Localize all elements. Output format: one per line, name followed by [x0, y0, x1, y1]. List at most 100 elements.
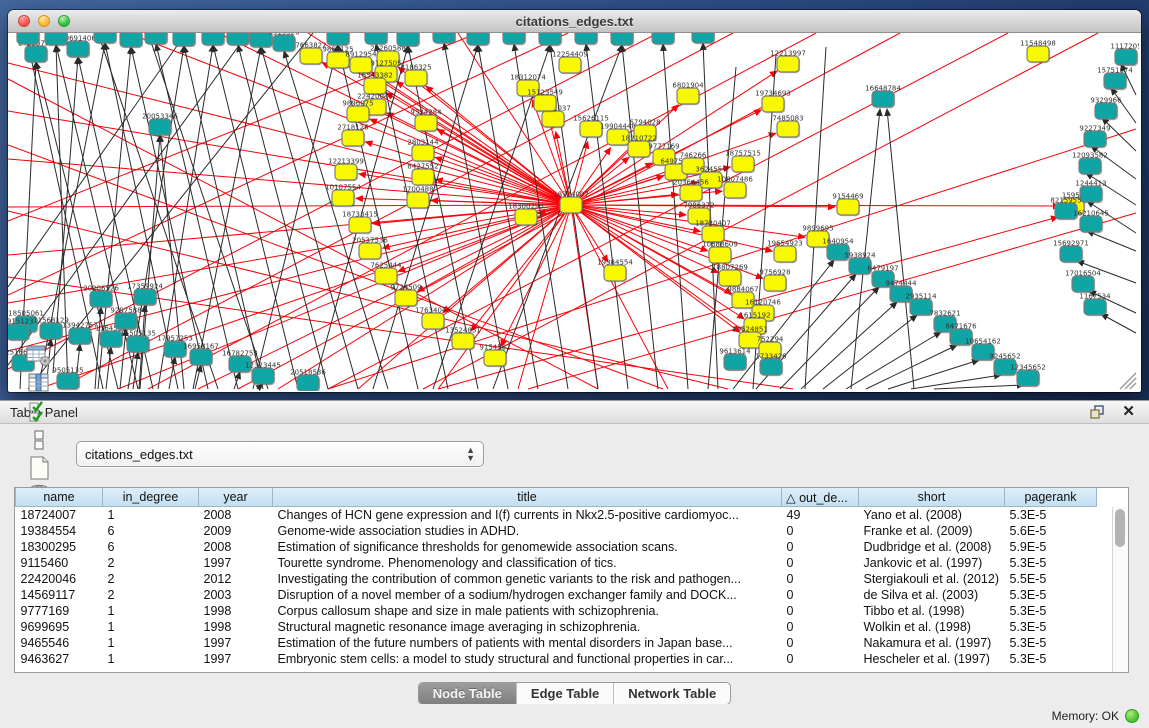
graph-node[interactable]: 9329966: [1090, 97, 1122, 121]
table-cell[interactable]: 49: [782, 507, 859, 524]
table-cell[interactable]: Yano et al. (2008): [859, 507, 1005, 524]
window-titlebar[interactable]: citations_edges.txt: [8, 10, 1141, 33]
table-cell[interactable]: 18300295: [16, 539, 103, 555]
tab-network-table[interactable]: Network Table: [614, 683, 730, 704]
table-cell[interactable]: 2003: [199, 587, 273, 603]
table-row[interactable]: 946362711997Embryonic stem cells: a mode…: [16, 651, 1097, 667]
table-cell[interactable]: 5.6E-5: [1005, 523, 1097, 539]
table-cell[interactable]: 0: [782, 619, 859, 635]
graph-node[interactable]: 17016504: [1065, 270, 1101, 294]
graph-node[interactable]: 12763092: [195, 33, 231, 46]
graph-node[interactable]: 16822018: [358, 33, 394, 45]
column-header-short[interactable]: short: [859, 488, 1005, 507]
graph-node[interactable]: 9613614: [719, 348, 751, 372]
table-cell[interactable]: 1998: [199, 603, 273, 619]
table-cell[interactable]: 1: [103, 619, 199, 635]
graph-node[interactable]: 20053346: [142, 113, 178, 137]
graph-node[interactable]: 19734693: [755, 90, 791, 114]
table-cell[interactable]: Jankovic et al. (1997): [859, 555, 1005, 571]
graph-node[interactable]: 19612040: [645, 33, 681, 45]
graph-node[interactable]: 9154469: [832, 193, 863, 217]
graph-node[interactable]: 8186325: [400, 64, 431, 88]
table-cell[interactable]: 2012: [199, 571, 273, 587]
table-cell[interactable]: Estimation of significance thresholds fo…: [273, 539, 782, 555]
table-row[interactable]: 1456911722003Disruption of a novel membe…: [16, 587, 1097, 603]
table-cell[interactable]: 9115460: [16, 555, 103, 571]
table-scrollbar[interactable]: [1112, 507, 1128, 672]
row-height-icon[interactable]: [24, 426, 54, 454]
table-cell[interactable]: 2: [103, 587, 199, 603]
graph-node[interactable]: 8313054: [534, 33, 566, 46]
table-cell[interactable]: Estimation of the future numbers of pati…: [273, 635, 782, 651]
table-select-dropdown[interactable]: citations_edges.txt ▲▼: [76, 441, 484, 467]
graph-node[interactable]: 7941061: [222, 33, 253, 46]
graph-node[interactable]: 1167534: [1079, 293, 1111, 317]
graph-node[interactable]: 1733426: [755, 353, 787, 377]
graph-node[interactable]: 1700488: [402, 186, 433, 210]
table-row[interactable]: 911546021997Tourette syndrome. Phenomeno…: [16, 555, 1097, 571]
table-cell[interactable]: Tibbo et al. (1998): [859, 603, 1005, 619]
table-cell[interactable]: 5.3E-5: [1005, 619, 1097, 635]
graph-node[interactable]: 9896075: [342, 100, 373, 124]
table-row[interactable]: 977716911998Corpus callosum shape and si…: [16, 603, 1097, 619]
graph-node[interactable]: 18300295: [508, 203, 544, 227]
table-cell[interactable]: 19384554: [16, 523, 103, 539]
table-settings-icon[interactable]: [24, 342, 54, 370]
tab-edge-table[interactable]: Edge Table: [517, 683, 614, 704]
table-cell[interactable]: 0: [782, 635, 859, 651]
table-cell[interactable]: 1: [103, 635, 199, 651]
table-cell[interactable]: 0: [782, 603, 859, 619]
table-cell[interactable]: Structural magnetic resonance image aver…: [273, 619, 782, 635]
table-cell[interactable]: 9465546: [16, 635, 103, 651]
table-cell[interactable]: Corpus callosum shape and size in male p…: [273, 603, 782, 619]
table-cell[interactable]: Embryonic stem cells: a model to study s…: [273, 651, 782, 667]
graph-node[interactable]: 9724509: [390, 284, 421, 308]
table-cell[interactable]: 0: [782, 651, 859, 667]
table-cell[interactable]: 6: [103, 539, 199, 555]
table-cell[interactable]: 1997: [199, 555, 273, 571]
column-header-name[interactable]: name: [16, 488, 103, 507]
table-cell[interactable]: 2009: [199, 523, 273, 539]
table-cell[interactable]: Tourette syndrome. Phenomenology and cla…: [273, 555, 782, 571]
table-cell[interactable]: 2: [103, 571, 199, 587]
graph-node[interactable]: 9227349: [1079, 125, 1110, 149]
graph-node[interactable]: 3915123: [8, 318, 34, 342]
column-header-title[interactable]: title: [273, 488, 782, 507]
table-cell[interactable]: 1997: [199, 651, 273, 667]
graph-node[interactable]: 20364456: [673, 179, 709, 203]
graph-node[interactable]: 9154562: [479, 344, 510, 368]
table-cell[interactable]: 0: [782, 571, 859, 587]
graph-node[interactable]: 7625444: [370, 262, 402, 286]
graph-node[interactable]: 14671355: [604, 33, 640, 46]
table-cell[interactable]: 5.3E-5: [1005, 603, 1097, 619]
column-header-year[interactable]: year: [199, 488, 273, 507]
graph-node[interactable]: 8466160: [498, 33, 529, 45]
graph-node[interactable]: 9297588: [110, 307, 141, 331]
graph-node[interactable]: 11548498: [1020, 40, 1056, 64]
table-cell[interactable]: 5.3E-5: [1005, 507, 1097, 524]
table-cell[interactable]: 0: [782, 539, 859, 555]
table-cell[interactable]: Stergiakouli et al. (2012): [859, 571, 1005, 587]
column-header-pagerank[interactable]: pagerank: [1005, 488, 1097, 507]
table-cell[interactable]: 5.3E-5: [1005, 555, 1097, 571]
graph-node[interactable]: 9756928: [759, 269, 790, 293]
graph-node[interactable]: 2718126: [337, 124, 369, 148]
table-cell[interactable]: 5.3E-5: [1005, 635, 1097, 651]
table-row[interactable]: 946554611997Estimation of the future num…: [16, 635, 1097, 651]
graph-node[interactable]: 12254409: [552, 51, 588, 75]
new-table-icon[interactable]: [24, 454, 54, 482]
table-cell[interactable]: 9699695: [16, 619, 103, 635]
table-cell[interactable]: Changes of HCN gene expression and I(f) …: [273, 507, 782, 524]
graph-node[interactable]: 1117205: [1110, 43, 1139, 67]
table-cell[interactable]: 5.3E-5: [1005, 587, 1097, 603]
column-header-out_de[interactable]: △ out_de...: [782, 488, 859, 507]
table-cell[interactable]: 22420046: [16, 571, 103, 587]
table-row[interactable]: 2242004622012Investigating the contribut…: [16, 571, 1097, 587]
table-cell[interactable]: 1: [103, 603, 199, 619]
graph-node[interactable]: 7515526: [268, 33, 300, 52]
graph-node[interactable]: 1527602: [462, 33, 493, 46]
table-cell[interactable]: Disruption of a novel member of a sodium…: [273, 587, 782, 603]
table-cell[interactable]: 0: [782, 555, 859, 571]
table-row[interactable]: 1938455462009Genome-wide association stu…: [16, 523, 1097, 539]
graph-node[interactable]: 12323445: [245, 362, 281, 386]
